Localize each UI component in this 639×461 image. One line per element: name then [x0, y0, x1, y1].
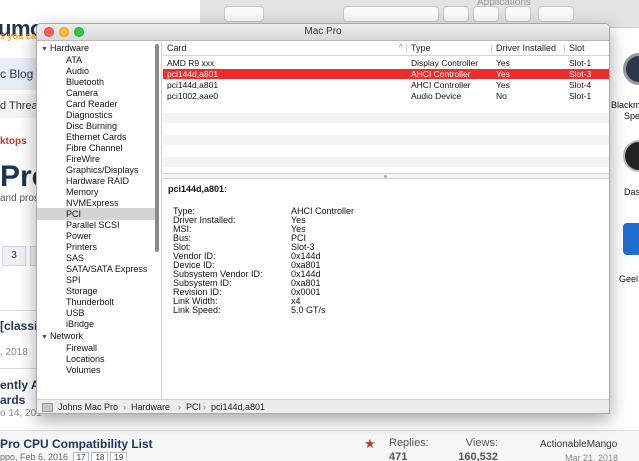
breadcrumb-pci[interactable]: PCI [186, 402, 201, 412]
forum-thread-title[interactable]: ently A [0, 378, 40, 392]
cell-driver-installed: Yes [496, 80, 510, 90]
replies-value: 471 [389, 451, 408, 461]
table-row-empty [163, 113, 609, 123]
sidebar-item-ibridge[interactable]: iBridge [66, 318, 94, 330]
sidebar-item-volumes[interactable]: Volumes [66, 364, 101, 376]
finder-view-buttons[interactable] [343, 6, 439, 22]
cell-driver-installed: No [496, 91, 507, 101]
blackmagic-icon[interactable] [623, 53, 639, 85]
table-row[interactable]: AMD R9 xxx Display Controller Yes Slot-1 [163, 58, 609, 68]
detail-value: 5.0 GT/s [291, 305, 326, 315]
main-pane: Card ^ Type Driver Installed Slot AMD R9… [163, 42, 609, 399]
cell-slot: Slot-1 [569, 91, 592, 101]
cell-slot: Slot-1 [569, 58, 592, 68]
breadcrumb-separator-icon: › [123, 402, 126, 412]
disclosure-triangle-icon[interactable]: ▼ [41, 46, 48, 53]
cell-driver-installed: Yes [496, 69, 510, 79]
column-header-type[interactable]: Type [411, 43, 431, 53]
table-header: Card ^ Type Driver Installed Slot [163, 42, 609, 56]
forum-page-link[interactable]: 18 [91, 452, 109, 461]
background-finder-content [610, 28, 639, 430]
forum-thread-title[interactable]: Pro CPU Compatibility List [0, 437, 153, 451]
forum-page-link[interactable]: 19 [110, 452, 128, 461]
forum-thread-starter: ppo, Feb 6, 2016 [0, 452, 69, 461]
forum-page-button[interactable]: 3 [2, 246, 26, 266]
forum-thread-title[interactable]: ards [0, 393, 25, 407]
divider-handle-icon[interactable] [384, 175, 387, 178]
cell-type: Display Controller [411, 58, 479, 68]
cell-card: pci144d,a801 [167, 69, 219, 79]
sidebar-category-label: Network [49, 331, 83, 341]
column-header-card[interactable]: Card [167, 43, 187, 53]
finder-arrange-button[interactable] [443, 6, 469, 22]
cell-type: AHCI Controller [411, 69, 471, 79]
column-header-slot[interactable]: Slot [569, 43, 585, 53]
computer-icon [42, 403, 53, 412]
finder-app-label: Das [624, 187, 639, 197]
cell-type: AHCI Controller [411, 80, 471, 90]
forum-divider [0, 368, 40, 369]
replies-label: Replies: [389, 437, 429, 449]
forum-nav-blog[interactable]: c Blog [0, 58, 38, 90]
views-value: 160,532 [458, 451, 498, 461]
detail-pane: pci144d,a801: Type: AHCI Controller Driv… [163, 180, 609, 399]
forum-section-label[interactable]: ktops [0, 136, 27, 147]
finder-action-button[interactable] [473, 6, 499, 22]
disclosure-triangle-icon[interactable]: ▼ [41, 334, 48, 341]
sidebar-scrollbar[interactable] [155, 44, 159, 252]
table-row-empty [163, 135, 609, 145]
finder-app-label: Blackm [611, 100, 639, 110]
forum-thread-date: , 2018 [0, 347, 28, 358]
geekbench-icon[interactable] [623, 223, 639, 255]
cell-type: Audio Device [411, 91, 462, 101]
column-divider[interactable] [491, 44, 492, 54]
cell-card: pci1002,aae0 [167, 91, 219, 101]
sidebar-category-label: Hardware [49, 43, 89, 53]
breadcrumb-separator-icon: › [203, 402, 206, 412]
table-row[interactable]: pci1002,aae0 Audio Device No Slot-1 [163, 91, 609, 101]
forum-divider [0, 310, 40, 311]
finder-back-forward-buttons[interactable] [224, 6, 264, 22]
column-divider[interactable] [564, 44, 565, 54]
cell-driver-installed: Yes [496, 58, 510, 68]
table-row[interactable]: pci144d,a801 AHCI Controller Yes Slot-4 [163, 80, 609, 90]
sort-ascending-icon[interactable]: ^ [399, 43, 403, 52]
window-title: Mac Pro [304, 26, 342, 37]
views-label: Views: [465, 437, 498, 449]
cell-card: pci144d,a801 [167, 80, 219, 90]
table-row-empty [163, 157, 609, 167]
finder-share-button[interactable] [505, 6, 531, 22]
finder-app-label: Geel [619, 274, 639, 284]
cell-slot: Slot-4 [569, 80, 592, 90]
finder-app-label: Spe [624, 111, 639, 121]
breadcrumb-hardware[interactable]: Hardware [131, 402, 170, 412]
system-information-window: Mac Pro ▼ Hardware ATA Audio Bluetooth Ca… [36, 23, 610, 414]
cell-card: AMD R9 xxx [167, 58, 215, 68]
forum-last-date: Mar 21, 2018 [565, 453, 619, 461]
forum-nav-threads[interactable]: d Threads [0, 94, 38, 118]
forum-thread-meta: ppo, Feb 6, 2016 17 18 19 [0, 452, 128, 461]
column-header-driver-installed[interactable]: Driver Installed [496, 43, 556, 53]
title-bar[interactable]: Mac Pro [37, 24, 609, 41]
finder-tag-button[interactable] [538, 6, 574, 22]
sidebar-category-hardware[interactable]: ▼ Hardware [41, 42, 89, 54]
forum-last-user[interactable]: ActionableMango [540, 439, 617, 450]
path-bar: Johns Mac Pro › Hardware › PCI › pci144d… [37, 399, 609, 413]
detail-key: Link Speed: [173, 305, 221, 315]
split-view-divider[interactable] [163, 173, 609, 179]
forum-page-link[interactable]: 17 [72, 452, 90, 461]
column-divider[interactable] [406, 44, 407, 54]
detail-title: pci144d,a801: [168, 184, 228, 194]
cell-slot: Slot-3 [569, 69, 592, 79]
pin-icon: ★ [364, 436, 376, 451]
breadcrumb-computer[interactable]: Johns Mac Pro [58, 402, 118, 412]
sidebar[interactable]: ▼ Hardware ATA Audio Bluetooth Camera Car… [37, 42, 162, 399]
table-row-selected[interactable]: pci144d,a801 AHCI Controller Yes Slot-3 [163, 69, 609, 79]
breadcrumb-separator-icon: › [178, 402, 181, 412]
dashboard-icon[interactable] [623, 140, 639, 172]
sidebar-category-network[interactable]: ▼ Network [41, 330, 83, 342]
breadcrumb-device[interactable]: pci144d,a801 [211, 402, 265, 412]
